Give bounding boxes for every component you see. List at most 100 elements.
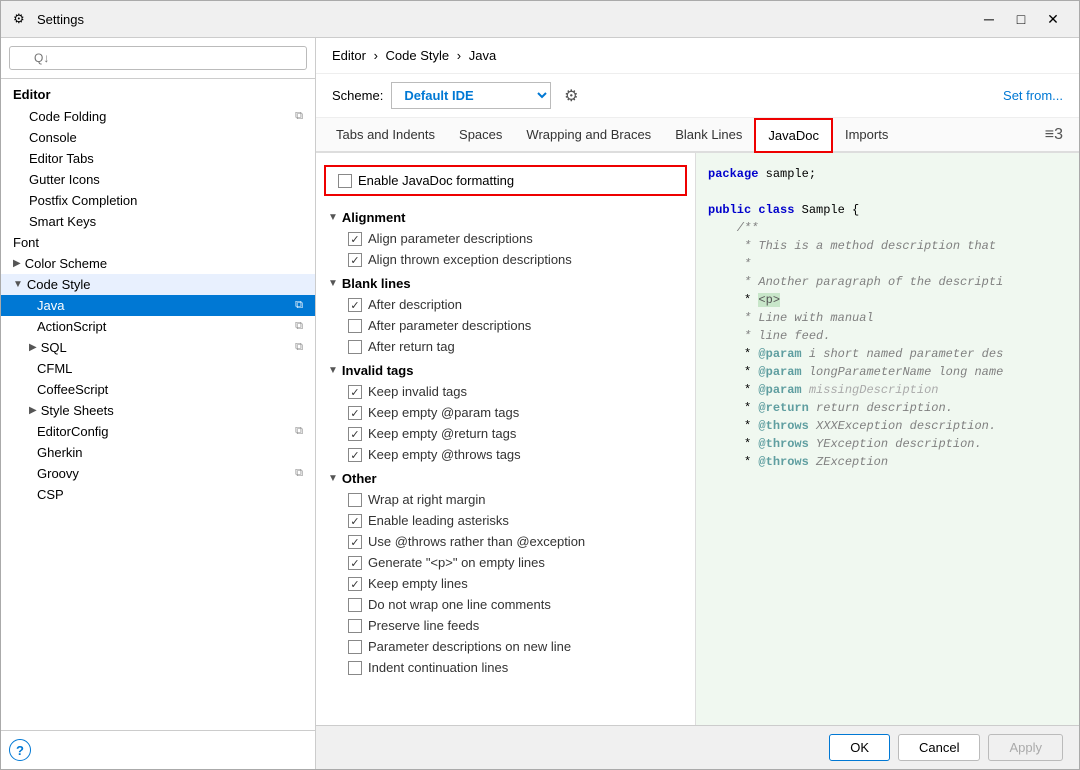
code-preview: package sample; public class Sample { /*… (696, 153, 1079, 725)
option-checkbox[interactable] (348, 427, 362, 441)
option-checkbox[interactable] (348, 448, 362, 462)
tree-item-cfml[interactable]: CFML (1, 358, 315, 379)
option-checkbox[interactable] (348, 298, 362, 312)
collapse-arrow-icon: ▼ (328, 473, 338, 484)
tree-item-groovy[interactable]: Groovy ⧉ (1, 463, 315, 484)
set-from-link[interactable]: Set from... (1003, 88, 1063, 103)
tree-item-label: Smart Keys (29, 214, 96, 229)
option-checkbox[interactable] (348, 493, 362, 507)
tree-item-code-style[interactable]: ▼ Code Style (1, 274, 315, 295)
copy-icon: ⧉ (295, 467, 303, 480)
code-line: * @return return description. (708, 399, 1067, 417)
apply-button[interactable]: Apply (988, 734, 1063, 761)
option-checkbox[interactable] (348, 385, 362, 399)
option-checkbox[interactable] (348, 406, 362, 420)
tree-item-console[interactable]: Console (1, 127, 315, 148)
tree-item-smart-keys[interactable]: Smart Keys (1, 211, 315, 232)
editor-section-label: Editor (1, 83, 315, 106)
option-checkbox[interactable] (348, 598, 362, 612)
tree-item-label: Gherkin (37, 445, 83, 460)
section-alignment[interactable]: ▼ Alignment (316, 204, 695, 228)
tree-item-label: Console (29, 130, 77, 145)
enable-javadoc-checkbox[interactable] (338, 174, 352, 188)
tree-item-java[interactable]: Java ⧉ (1, 295, 315, 316)
option-checkbox[interactable] (348, 232, 362, 246)
option-label: After parameter descriptions (368, 318, 531, 333)
option-keep-empty-return: Keep empty @return tags (316, 423, 695, 444)
option-after-param-desc: After parameter descriptions (316, 315, 695, 336)
search-wrapper: 🔍 (9, 46, 307, 70)
option-label: Preserve line feeds (368, 618, 479, 633)
code-line: * line feed. (708, 327, 1067, 345)
tree-item-gutter-icons[interactable]: Gutter Icons (1, 169, 315, 190)
tree-item-csp[interactable]: CSP (1, 484, 315, 505)
left-bottom: ? (1, 730, 315, 769)
ok-button[interactable]: OK (829, 734, 890, 761)
option-label: Indent continuation lines (368, 660, 508, 675)
tree-item-style-sheets[interactable]: ▶ Style Sheets (1, 400, 315, 421)
enable-javadoc-label: Enable JavaDoc formatting (358, 173, 514, 188)
option-checkbox[interactable] (348, 253, 362, 267)
expand-arrow-icon: ▼ (13, 279, 23, 290)
tree-item-font[interactable]: Font (1, 232, 315, 253)
tree-item-actionscript[interactable]: ActionScript ⧉ (1, 316, 315, 337)
tree-item-editor-tabs[interactable]: Editor Tabs (1, 148, 315, 169)
tree-item-code-folding[interactable]: Code Folding ⧉ (1, 106, 315, 127)
maximize-button[interactable]: □ (1007, 9, 1035, 29)
cancel-button[interactable]: Cancel (898, 734, 980, 761)
tree-item-coffeescript[interactable]: CoffeeScript (1, 379, 315, 400)
option-label: Keep invalid tags (368, 384, 467, 399)
search-input[interactable] (9, 46, 307, 70)
right-panel: Editor › Code Style › Java Scheme: Defau… (316, 38, 1079, 769)
tree-item-label: Color Scheme (25, 256, 107, 271)
section-title: Invalid tags (342, 363, 414, 378)
tree-item-sql[interactable]: ▶ SQL ⧉ (1, 337, 315, 358)
tab-tabs-and-indents[interactable]: Tabs and Indents (324, 119, 447, 152)
section-invalid-tags[interactable]: ▼ Invalid tags (316, 357, 695, 381)
code-line: * @throws ZException (708, 453, 1067, 471)
option-checkbox[interactable] (348, 319, 362, 333)
tree-item-postfix-completion[interactable]: Postfix Completion (1, 190, 315, 211)
tree-item-label: CoffeeScript (37, 382, 108, 397)
main-area: Enable JavaDoc formatting ▼ Alignment Al… (316, 153, 1079, 725)
minimize-button[interactable]: ─ (975, 9, 1003, 29)
option-checkbox[interactable] (348, 535, 362, 549)
tab-imports[interactable]: Imports (833, 119, 900, 152)
option-checkbox[interactable] (348, 514, 362, 528)
option-preserve-line-feeds: Preserve line feeds (316, 615, 695, 636)
section-blank-lines[interactable]: ▼ Blank lines (316, 270, 695, 294)
option-checkbox[interactable] (348, 619, 362, 633)
option-label: Enable leading asterisks (368, 513, 509, 528)
tree-area: Editor Code Folding ⧉ Console Editor Tab… (1, 79, 315, 730)
option-label: Use @throws rather than @exception (368, 534, 585, 549)
option-checkbox[interactable] (348, 577, 362, 591)
option-generate-p: Generate "<p>" on empty lines (316, 552, 695, 573)
scheme-gear-button[interactable]: ⚙ (559, 84, 583, 108)
close-button[interactable]: ✕ (1039, 9, 1067, 29)
option-checkbox[interactable] (348, 340, 362, 354)
option-keep-empty-param: Keep empty @param tags (316, 402, 695, 423)
tree-item-label: Editor Tabs (29, 151, 94, 166)
tab-javadoc[interactable]: JavaDoc (754, 118, 833, 153)
breadcrumb-sep2: › (457, 48, 465, 63)
option-keep-invalid-tags: Keep invalid tags (316, 381, 695, 402)
option-label: Align thrown exception descriptions (368, 252, 572, 267)
option-label: Wrap at right margin (368, 492, 486, 507)
section-other[interactable]: ▼ Other (316, 465, 695, 489)
tab-overflow-button[interactable]: ≡3 (1037, 122, 1071, 148)
option-label: Generate "<p>" on empty lines (368, 555, 545, 570)
option-checkbox[interactable] (348, 556, 362, 570)
option-label: Keep empty @return tags (368, 426, 516, 441)
option-checkbox[interactable] (348, 661, 362, 675)
tab-blank-lines[interactable]: Blank Lines (663, 119, 754, 152)
scheme-select[interactable]: Default IDE (391, 82, 551, 109)
help-button[interactable]: ? (9, 739, 31, 761)
tree-item-color-scheme[interactable]: ▶ Color Scheme (1, 253, 315, 274)
option-checkbox[interactable] (348, 640, 362, 654)
tree-item-gherkin[interactable]: Gherkin (1, 442, 315, 463)
tree-item-editorconfig[interactable]: EditorConfig ⧉ (1, 421, 315, 442)
tab-wrapping-and-braces[interactable]: Wrapping and Braces (514, 119, 663, 152)
tabs-row: Tabs and Indents Spaces Wrapping and Bra… (316, 118, 1079, 153)
breadcrumb-java: Java (469, 48, 496, 63)
tab-spaces[interactable]: Spaces (447, 119, 514, 152)
